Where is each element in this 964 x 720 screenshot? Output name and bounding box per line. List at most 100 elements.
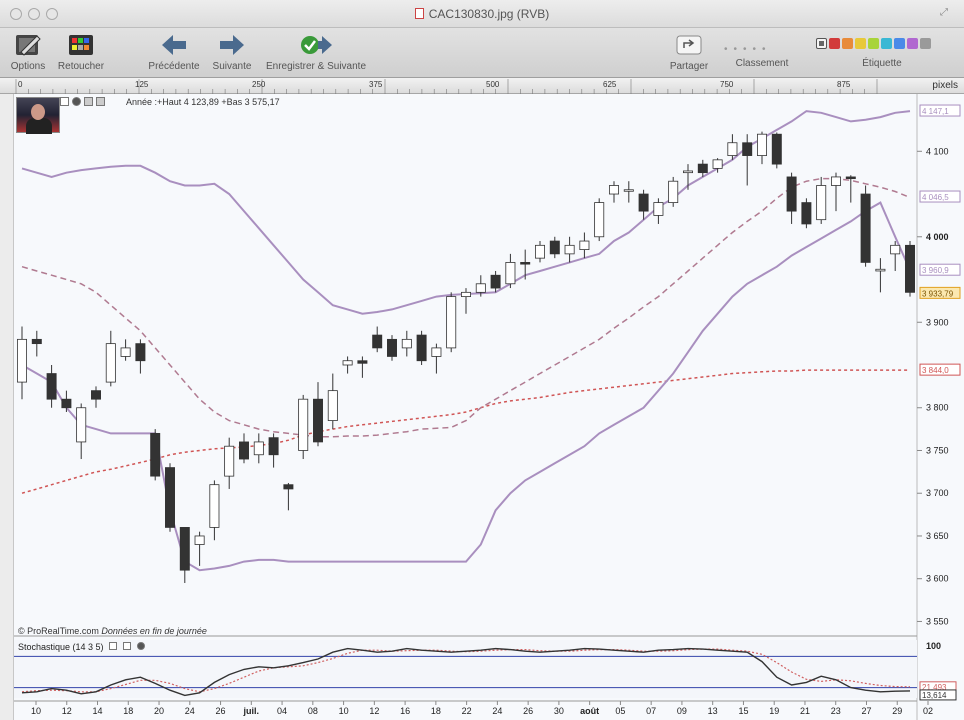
label-color-swatch[interactable] bbox=[829, 37, 840, 49]
toolbar: Options Retoucher Précédente Suivante En… bbox=[0, 28, 964, 78]
bullish-candle bbox=[120, 347, 131, 357]
price-label: 3 800 bbox=[926, 403, 949, 413]
label-color-swatch[interactable] bbox=[881, 37, 892, 49]
label-color-swatch[interactable] bbox=[855, 37, 866, 49]
bearish-candle bbox=[786, 176, 797, 212]
bullish-candle bbox=[17, 338, 27, 383]
date-label: 23 bbox=[831, 706, 841, 716]
save-and-next-button[interactable]: Enregistrer & Suivante bbox=[260, 32, 372, 72]
next-button[interactable]: Suivante bbox=[208, 32, 256, 72]
bearish-candle bbox=[239, 441, 249, 460]
presenter-thumbnail bbox=[16, 97, 60, 134]
bearish-candle bbox=[771, 133, 782, 165]
bearish-candle bbox=[268, 437, 279, 456]
bullish-candle bbox=[609, 185, 619, 195]
price-badge-label: 3 960,9 bbox=[922, 266, 949, 275]
chart-area: 4 100 4 000 3 900 3 800 3 750 3 700 3 650 3 600… bbox=[14, 94, 964, 720]
date-label: 05 bbox=[615, 706, 625, 716]
classement-control[interactable]: Classement bbox=[728, 58, 796, 69]
record-icon[interactable] bbox=[137, 642, 146, 650]
ruler-unit-selector[interactable]: pixels bbox=[932, 80, 958, 91]
settings-icon[interactable] bbox=[84, 97, 93, 106]
bullish-candle bbox=[564, 244, 575, 255]
date-label: 08 bbox=[308, 706, 318, 716]
price-label: 3 750 bbox=[926, 445, 949, 455]
bearish-candle bbox=[150, 432, 161, 477]
bearish-candle bbox=[387, 338, 397, 357]
date-label: 20 bbox=[154, 706, 164, 716]
date-label: 24 bbox=[185, 706, 195, 716]
fullscreen-icon[interactable]: ⤢ bbox=[940, 8, 950, 18]
bullish-candle bbox=[653, 202, 664, 216]
date-label: 24 bbox=[492, 706, 502, 716]
wrench-icon[interactable] bbox=[109, 642, 118, 650]
price-label: 3 600 bbox=[926, 574, 949, 584]
price-badge-label: 4 046,5 bbox=[922, 193, 949, 202]
bullish-candle bbox=[401, 338, 412, 349]
bullish-candle bbox=[298, 398, 309, 451]
source-text: © ProRealTime.com bbox=[18, 626, 99, 636]
bearish-candle bbox=[61, 398, 72, 409]
bullish-candle bbox=[253, 441, 264, 456]
clear-label-icon[interactable] bbox=[816, 37, 827, 49]
label-color-swatch[interactable] bbox=[920, 37, 931, 49]
date-label: 15 bbox=[738, 706, 748, 716]
bearish-candle bbox=[357, 360, 368, 364]
share-button[interactable]: Partager bbox=[664, 32, 714, 72]
etiquette-control[interactable]: Étiquette bbox=[852, 58, 912, 69]
bearish-candle bbox=[638, 193, 649, 212]
etiquette-label: Étiquette bbox=[862, 58, 902, 69]
bearish-candle bbox=[845, 176, 856, 180]
options-label: Options bbox=[10, 61, 46, 72]
record-icon[interactable] bbox=[72, 97, 81, 106]
bullish-candle bbox=[505, 262, 516, 285]
window-title-text: CAC130830.jpg (RVB) bbox=[428, 7, 550, 21]
label-color-swatch[interactable] bbox=[907, 37, 918, 49]
close-panel-icon[interactable] bbox=[96, 97, 105, 106]
bearish-candle bbox=[165, 467, 175, 528]
chart-footer: © ProRealTime.com Données en fin de jour… bbox=[18, 626, 207, 636]
bearish-candle bbox=[697, 163, 708, 174]
bullish-candle bbox=[224, 445, 235, 477]
previous-button[interactable]: Précédente bbox=[144, 32, 204, 72]
bearish-candle bbox=[801, 202, 812, 225]
window-icon[interactable] bbox=[60, 97, 69, 106]
retoucher-button[interactable]: Retoucher bbox=[54, 32, 108, 72]
bearish-candle bbox=[549, 240, 560, 255]
options-button[interactable]: Options bbox=[6, 32, 50, 72]
ruler-label: 500 bbox=[486, 80, 500, 89]
bearish-candle bbox=[742, 142, 753, 156]
label-color-swatch[interactable] bbox=[842, 37, 853, 49]
date-label: 22 bbox=[462, 706, 472, 716]
window-icon[interactable] bbox=[123, 642, 132, 650]
label-color-swatch[interactable] bbox=[894, 37, 905, 49]
date-label: 16 bbox=[400, 706, 410, 716]
date-label: 13 bbox=[708, 706, 718, 716]
label-color-swatch[interactable] bbox=[868, 37, 879, 49]
bullish-candle bbox=[668, 180, 679, 203]
bearish-candle bbox=[860, 193, 871, 263]
window-titlebar: CAC130830.jpg (RVB) ⤢ bbox=[0, 0, 964, 28]
bullish-candle bbox=[461, 291, 471, 298]
bearish-candle bbox=[135, 343, 146, 362]
stochastic-axis-label: 100 bbox=[926, 641, 941, 651]
classement-label: Classement bbox=[735, 58, 789, 69]
main-plot-bg bbox=[14, 94, 917, 634]
options-icon bbox=[16, 35, 41, 56]
arrow-left-icon bbox=[162, 35, 186, 55]
ruler-label: 875 bbox=[837, 80, 851, 89]
price-label: 3 700 bbox=[926, 488, 949, 498]
date-label: 02 bbox=[923, 706, 933, 716]
bullish-candle bbox=[535, 244, 545, 259]
price-label: 3 550 bbox=[926, 616, 949, 626]
bullish-candle bbox=[105, 343, 116, 383]
bullish-candle bbox=[327, 390, 338, 421]
data-note-text: Données en fin de journée bbox=[101, 626, 207, 636]
rating-dots[interactable]: ••••• bbox=[724, 44, 772, 55]
date-label: 10 bbox=[339, 706, 349, 716]
bearish-candle bbox=[31, 338, 42, 345]
bullish-candle bbox=[76, 407, 87, 443]
bullish-candle bbox=[594, 202, 605, 238]
bearish-candle bbox=[313, 398, 323, 443]
ruler-ticks: 0 125 250 375 500 625 750 875 bbox=[15, 79, 878, 94]
